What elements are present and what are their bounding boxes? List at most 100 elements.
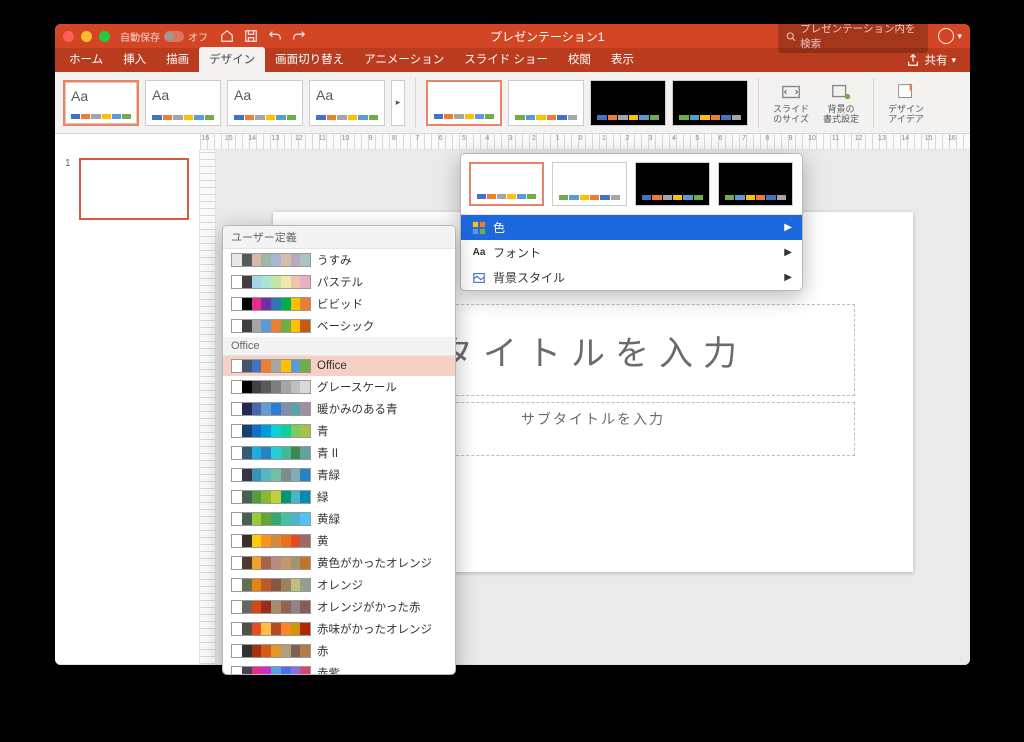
close-icon[interactable] (63, 31, 74, 42)
variant-dropdown: 色 ▶ Aa フォント ▶ 背景スタイル ▶ (460, 153, 803, 291)
color-menu-list[interactable]: うすみパステルビビッドベーシックOfficeOfficeグレースケール暖かみのあ… (223, 249, 455, 674)
color-scheme-row[interactable]: 黄色がかったオレンジ (223, 552, 455, 574)
color-scheme-row[interactable]: 黄 (223, 530, 455, 552)
bg-style-icon (471, 270, 487, 286)
variant-option[interactable] (672, 80, 748, 126)
tab-review[interactable]: 校閲 (558, 47, 601, 72)
color-scheme-row[interactable]: 緑 (223, 486, 455, 508)
tab-design[interactable]: デザイン (199, 47, 265, 72)
variant-option[interactable] (426, 80, 502, 126)
share-button[interactable]: 共有 ▾ (896, 48, 966, 72)
colors-icon (471, 220, 487, 236)
tab-home[interactable]: ホーム (59, 47, 113, 72)
color-scheme-row[interactable]: ベーシック (223, 315, 455, 337)
redo-icon[interactable] (292, 29, 306, 43)
color-scheme-row[interactable]: 青 (223, 420, 455, 442)
quick-access-toolbar (220, 29, 306, 43)
color-scheme-row[interactable]: 暖かみのある青 (223, 398, 455, 420)
feedback-icon[interactable] (938, 28, 954, 44)
variant-submenu: 色 ▶ Aa フォント ▶ 背景スタイル ▶ (461, 214, 802, 290)
design-ideas-button[interactable]: デザイン アイデア (884, 81, 928, 125)
horizontal-ruler: 1615141312111098765432101234567891011121… (200, 134, 970, 150)
variant-option[interactable] (718, 162, 793, 206)
color-scheme-row[interactable]: 赤味がかったオレンジ (223, 618, 455, 640)
tab-transitions[interactable]: 画面切り替え (265, 47, 354, 72)
chevron-down-icon[interactable]: ▾ (957, 31, 962, 42)
separator (415, 78, 416, 128)
thumbnail-row[interactable]: 1 (65, 158, 189, 220)
color-scheme-row[interactable]: ビビッド (223, 293, 455, 315)
menu-fonts-label: フォント (493, 244, 541, 261)
tab-view[interactable]: 表示 (601, 47, 644, 72)
slide-thumbnail-panel: 1 (55, 150, 200, 664)
menu-fonts[interactable]: Aa フォント ▶ (461, 240, 802, 265)
color-scheme-row[interactable]: 黄緑 (223, 508, 455, 530)
autosave-toggle[interactable]: 自動保存 オフ (120, 29, 208, 44)
search-placeholder: プレゼンテーション内を検索 (800, 24, 920, 51)
thumbnail-number: 1 (65, 158, 73, 220)
minimize-icon[interactable] (81, 31, 92, 42)
color-scheme-menu: ユーザー定義 うすみパステルビビッドベーシックOfficeOfficeグレースケ… (222, 225, 456, 675)
color-scheme-row[interactable]: 赤紫 (223, 662, 455, 674)
design-ideas-label: デザイン アイデア (888, 105, 924, 125)
format-bg-icon (830, 81, 852, 103)
theme-more-button[interactable]: ▸ (391, 80, 405, 126)
color-scheme-row[interactable]: オレンジがかった赤 (223, 596, 455, 618)
chevron-right-icon: ▶ (784, 272, 792, 283)
app-window: 自動保存 オフ プレゼンテーション1 プレゼンテーション内を検索 ▾ ホーム 挿… (55, 24, 970, 665)
design-ideas-icon (895, 81, 917, 103)
share-icon (906, 53, 920, 67)
theme-option[interactable]: Aa (63, 80, 139, 126)
chevron-right-icon: ▶ (784, 222, 792, 233)
tab-draw[interactable]: 描画 (156, 47, 199, 72)
theme-option[interactable]: Aa (309, 80, 385, 126)
color-scheme-row[interactable]: Office (223, 356, 455, 376)
slide-size-button[interactable]: スライド のサイズ (769, 81, 813, 125)
separator (758, 78, 759, 128)
variant-option[interactable] (590, 80, 666, 126)
slide-size-label: スライド のサイズ (773, 105, 809, 125)
variant-option[interactable] (508, 80, 584, 126)
color-scheme-row[interactable]: パステル (223, 271, 455, 293)
variant-option[interactable] (635, 162, 710, 206)
separator (873, 78, 874, 128)
variant-gallery (426, 80, 748, 126)
autosave-label: 自動保存 (120, 29, 160, 44)
ribbon: AaAaAaAa ▸ スライド のサイズ 背景の 書式設定 デザイン アイデア (55, 72, 970, 134)
color-scheme-row[interactable]: 青 II (223, 442, 455, 464)
notes-label: ノート (67, 664, 97, 666)
undo-icon[interactable] (268, 29, 282, 43)
window-controls (63, 31, 110, 42)
titlebar: 自動保存 オフ プレゼンテーション1 プレゼンテーション内を検索 ▾ (55, 24, 970, 48)
variant-option[interactable] (552, 162, 627, 206)
color-scheme-row[interactable]: 赤 (223, 640, 455, 662)
home-icon[interactable] (220, 29, 234, 43)
share-label: 共有 (924, 52, 947, 68)
toggle-icon[interactable] (164, 31, 184, 42)
format-bg-label: 背景の 書式設定 (823, 105, 859, 125)
slide-thumbnail[interactable] (79, 158, 189, 220)
color-scheme-row[interactable]: グレースケール (223, 376, 455, 398)
fonts-icon: Aa (471, 245, 487, 261)
variant-option[interactable] (469, 162, 544, 206)
maximize-icon[interactable] (99, 31, 110, 42)
search-icon (786, 31, 796, 42)
chevron-right-icon: ▶ (784, 247, 792, 258)
color-scheme-row[interactable]: 青緑 (223, 464, 455, 486)
menu-colors[interactable]: 色 ▶ (461, 215, 802, 240)
color-scheme-row[interactable]: うすみ (223, 249, 455, 271)
color-scheme-row[interactable]: オレンジ (223, 574, 455, 596)
slide-size-icon (780, 81, 802, 103)
tab-insert[interactable]: 挿入 (113, 47, 156, 72)
notes-pane[interactable]: ノート (55, 664, 970, 665)
tab-slideshow[interactable]: スライド ショー (454, 47, 558, 72)
format-background-button[interactable]: 背景の 書式設定 (819, 81, 863, 125)
vertical-ruler (200, 150, 216, 664)
variant-preview-row (461, 154, 802, 214)
color-menu-section-office: Office (223, 337, 455, 356)
theme-option[interactable]: Aa (145, 80, 221, 126)
tab-animations[interactable]: アニメーション (354, 47, 454, 72)
menu-bg-styles[interactable]: 背景スタイル ▶ (461, 265, 802, 290)
theme-option[interactable]: Aa (227, 80, 303, 126)
save-icon[interactable] (244, 29, 258, 43)
